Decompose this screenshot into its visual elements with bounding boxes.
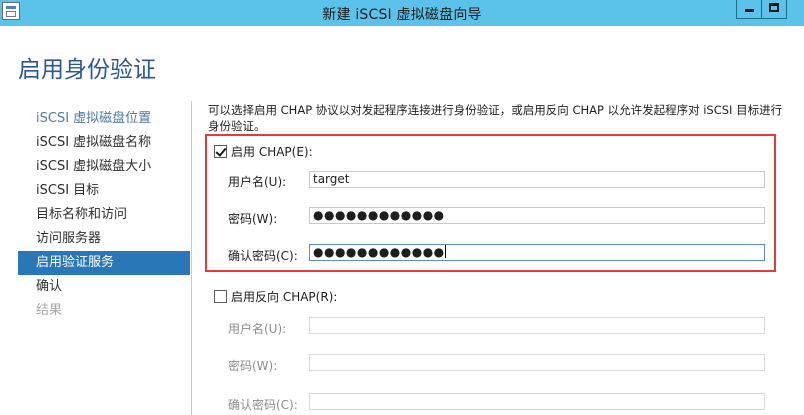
reverse-chap-password-input <box>309 354 765 371</box>
enable-chap-label[interactable]: 启用 CHAP(E): <box>231 143 313 160</box>
reverse-chap-confirm-password-input <box>309 393 765 410</box>
nav-item-results: 结果 <box>36 303 63 318</box>
wizard-step-nav: iSCSI 虚拟磁盘位置 iSCSI 虚拟磁盘名称 iSCSI 虚拟磁盘大小 i… <box>18 107 190 323</box>
chap-confirm-password-value: ●●●●●●●●●●●● <box>313 245 445 259</box>
nav-item-access-servers[interactable]: 访问服务器 <box>18 227 190 251</box>
nav-item-confirmation[interactable]: 确认 <box>18 275 190 299</box>
title-bar[interactable]: 新建 iSCSI 虚拟磁盘向导 <box>0 0 804 26</box>
enable-reverse-chap-label[interactable]: 启用反向 CHAP(R): <box>231 288 337 305</box>
reverse-chap-confirm-password-label: 确认密码(C): <box>228 398 298 412</box>
chap-password-label: 密码(W): <box>228 212 278 226</box>
enable-chap-row[interactable]: 启用 CHAP(E): <box>214 142 313 160</box>
reverse-chap-username-input <box>309 317 765 334</box>
reverse-chap-username-label: 用户名(U): <box>228 322 287 336</box>
chap-password-input[interactable]: ●●●●●●●●●●●● <box>309 207 765 224</box>
nav-divider <box>191 101 192 415</box>
reverse-chap-password-label: 密码(W): <box>228 359 278 373</box>
nav-item-iscsi-target[interactable]: iSCSI 目标 <box>18 179 190 203</box>
text-caret <box>444 245 446 258</box>
description-line-2: 身份验证。 <box>208 119 266 133</box>
chap-username-input[interactable]: target <box>309 171 765 188</box>
minimize-icon <box>745 9 754 12</box>
nav-item-disk-name[interactable]: iSCSI 虚拟磁盘名称 <box>18 131 190 155</box>
maximize-button[interactable] <box>761 0 787 19</box>
page-description: 可以选择启用 CHAP 协议以对发起程序连接进行身份验证，或启用反向 CHAP … <box>208 102 804 136</box>
nav-item-target-name-access[interactable]: 目标名称和访问 <box>18 203 190 227</box>
nav-item-enable-auth[interactable]: 启用验证服务 <box>18 251 190 275</box>
enable-reverse-chap-checkbox[interactable] <box>214 289 227 303</box>
nav-item-disk-location[interactable]: iSCSI 虚拟磁盘位置 <box>18 107 190 131</box>
chap-confirm-password-label: 确认密码(C): <box>228 249 298 263</box>
maximize-icon <box>769 3 779 12</box>
enable-reverse-chap-row[interactable]: 启用反向 CHAP(R): <box>214 287 337 305</box>
description-line-1: 可以选择启用 CHAP 协议以对发起程序连接进行身份验证，或启用反向 CHAP … <box>208 103 783 117</box>
minimize-button[interactable] <box>736 0 762 19</box>
enable-chap-checkbox[interactable] <box>214 144 227 158</box>
page-title: 启用身份验证 <box>18 57 156 83</box>
chap-confirm-password-input[interactable]: ●●●●●●●●●●●● <box>309 244 765 261</box>
chap-username-label: 用户名(U): <box>228 175 287 189</box>
window-title: 新建 iSCSI 虚拟磁盘向导 <box>322 7 482 23</box>
nav-item-disk-size[interactable]: iSCSI 虚拟磁盘大小 <box>18 155 190 179</box>
